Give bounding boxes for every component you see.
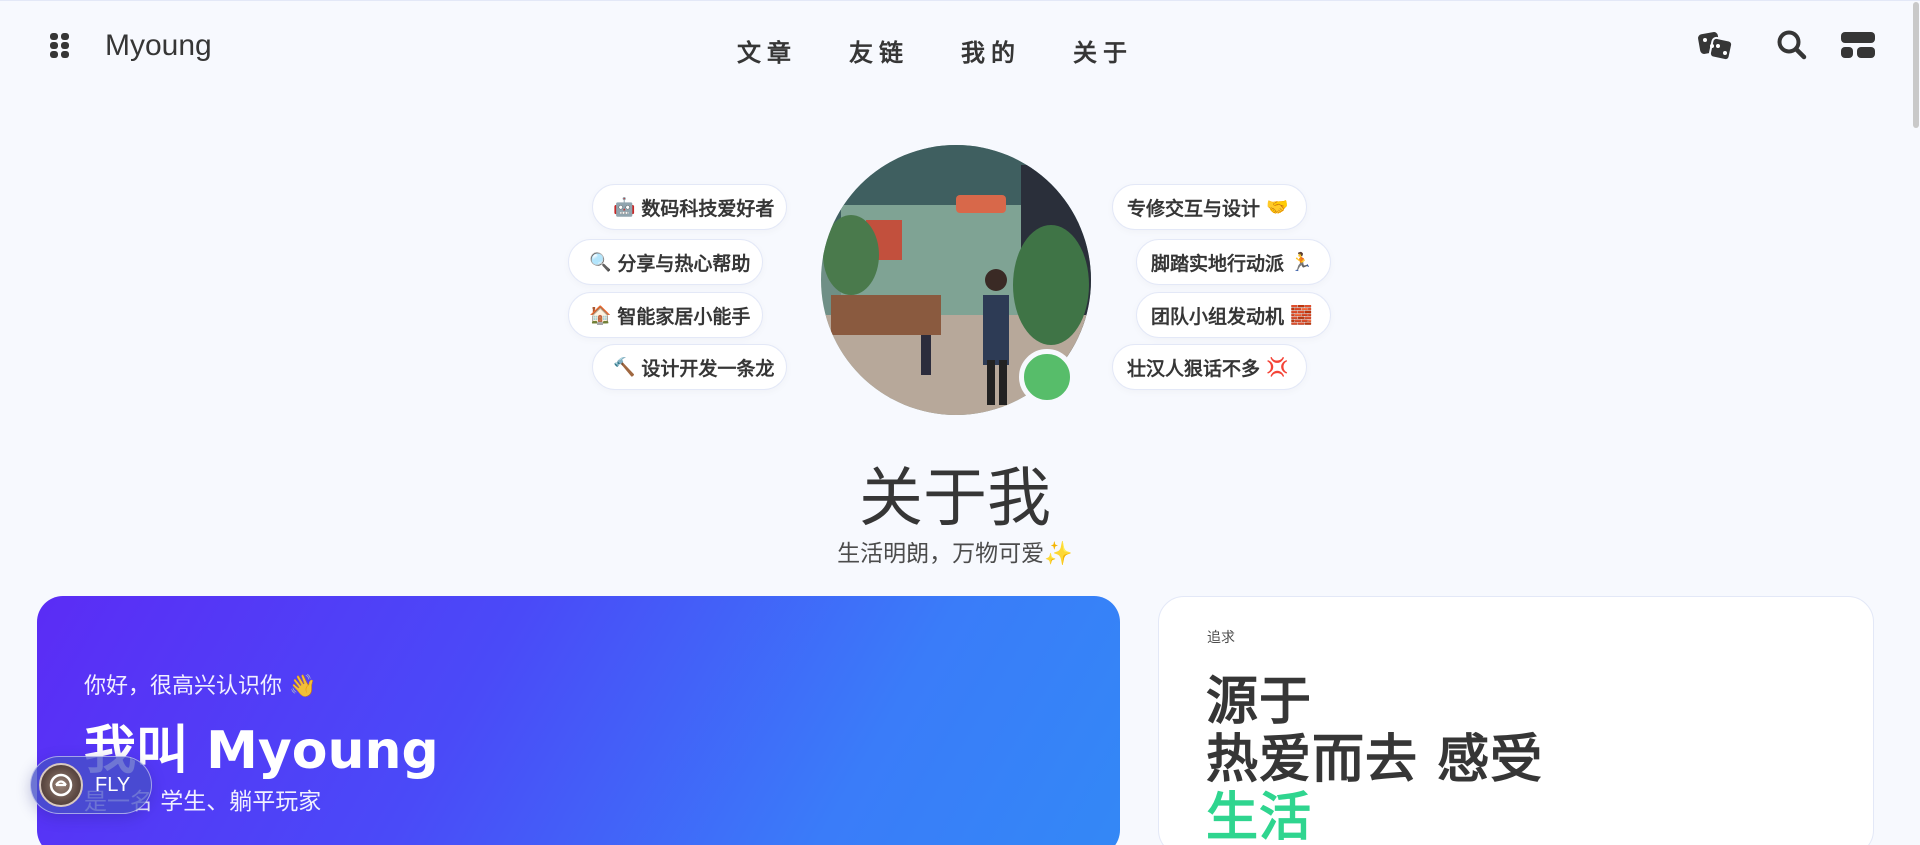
fly-label: FLY bbox=[95, 773, 131, 796]
nav-item-mine[interactable]: 我的 bbox=[961, 33, 1021, 68]
tag-label: 团队小组发动机 bbox=[1151, 305, 1285, 328]
tag-digital-tech: 🤖 数码科技爱好者 bbox=[592, 184, 788, 230]
online-status-indicator bbox=[1019, 349, 1075, 405]
runner-icon: 🏃 bbox=[1290, 251, 1313, 273]
tag-label: 智能家居小能手 bbox=[617, 305, 751, 328]
top-navbar: Myoung 文章 友链 我的 关于 bbox=[0, 0, 1920, 94]
tag-team-engine: 团队小组发动机 🧱 bbox=[1136, 292, 1332, 338]
site-brand[interactable]: Myoung bbox=[105, 29, 212, 63]
tag-label: 脚踏实地行动派 bbox=[1151, 252, 1285, 275]
handshake-icon: 🤝 bbox=[1266, 196, 1289, 218]
house-icon: 🏠 bbox=[589, 304, 612, 326]
main-nav: 文章 友链 我的 关于 bbox=[737, 33, 1185, 68]
tag-smart-home: 🏠 智能家居小能手 bbox=[568, 292, 764, 338]
tag-interaction-design: 专修交互与设计 🤝 bbox=[1112, 184, 1308, 230]
robot-icon: 🤖 bbox=[613, 196, 636, 218]
tag-label: 设计开发一条龙 bbox=[641, 357, 775, 380]
tag-label: 专修交互与设计 bbox=[1127, 197, 1261, 220]
fly-widget-button[interactable]: FLY bbox=[30, 756, 152, 814]
magnifier-icon: 🔍 bbox=[589, 251, 612, 273]
tag-action: 脚踏实地行动派 🏃 bbox=[1136, 239, 1332, 285]
tag-sharing: 🔍 分享与热心帮助 bbox=[568, 239, 764, 285]
intro-card: 你好，很高兴认识你 👋 我叫 Myoung 是一名 学生、躺平玩家 bbox=[37, 596, 1120, 845]
scrollbar-thumb[interactable] bbox=[1913, 2, 1919, 128]
tag-label: 分享与热心帮助 bbox=[617, 252, 751, 275]
tag-strong-man: 壮汉人狠话不多 💢 bbox=[1112, 344, 1308, 390]
nav-item-friends[interactable]: 友链 bbox=[849, 33, 909, 68]
tag-label: 壮汉人狠话不多 bbox=[1127, 357, 1261, 380]
brick-icon: 🧱 bbox=[1290, 304, 1313, 326]
dice-icon[interactable] bbox=[1697, 29, 1735, 63]
page-title: 关于我 bbox=[859, 462, 1051, 536]
pursuit-highlight: 生活 bbox=[1206, 788, 1313, 845]
fly-logo-icon bbox=[39, 763, 83, 807]
card-tip: 追求 bbox=[1207, 630, 1235, 646]
hammer-icon: 🔨 bbox=[613, 356, 636, 378]
search-icon[interactable] bbox=[1776, 29, 1808, 61]
menu-grid-icon[interactable] bbox=[50, 33, 72, 59]
scrollbar[interactable] bbox=[1912, 0, 1920, 845]
page-subtitle: 生活明朗，万物可爱✨ bbox=[837, 541, 1073, 567]
tag-design-dev: 🔨 设计开发一条龙 bbox=[592, 344, 788, 390]
greeting-text: 你好，很高兴认识你 👋 bbox=[84, 674, 317, 699]
pursuit-card: 追求 源于 热爱而去 感受 生活 bbox=[1158, 596, 1874, 845]
layout-toggle-icon[interactable] bbox=[1840, 29, 1876, 61]
anger-icon: 💢 bbox=[1266, 356, 1289, 378]
tag-label: 数码科技爱好者 bbox=[641, 197, 775, 220]
nav-item-articles[interactable]: 文章 bbox=[737, 33, 797, 68]
nav-item-about[interactable]: 关于 bbox=[1073, 33, 1133, 68]
